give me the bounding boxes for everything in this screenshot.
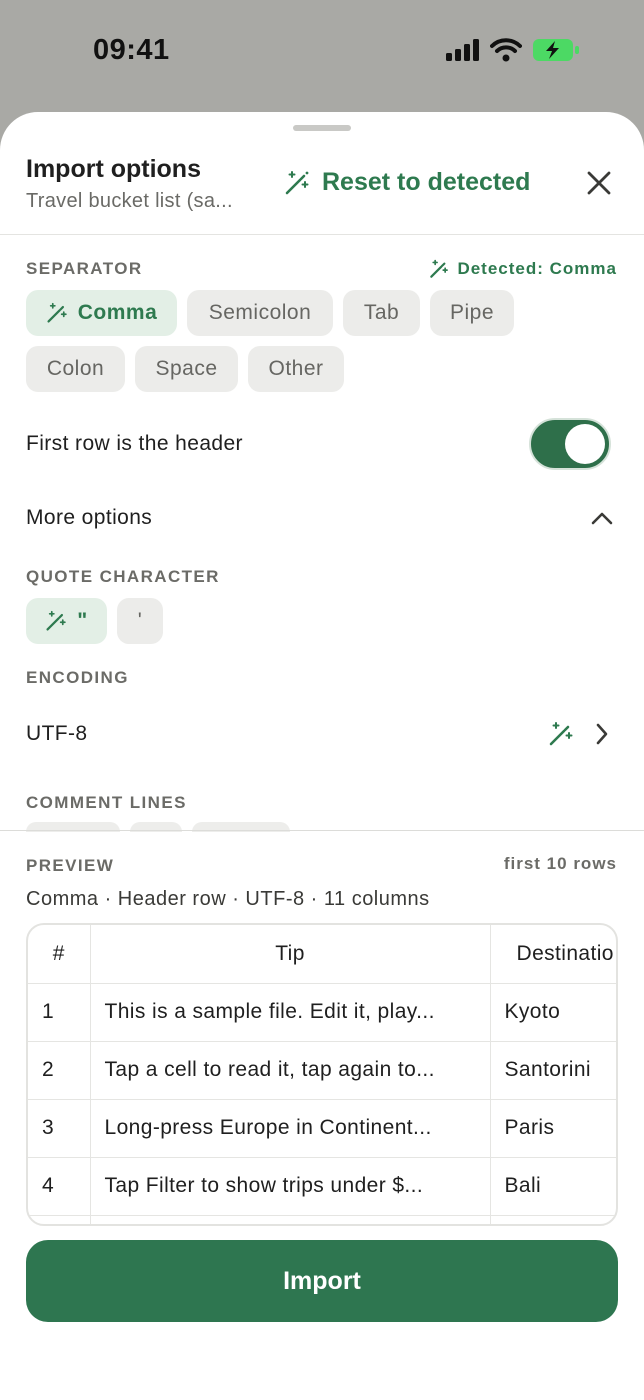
magic-wand-icon [549,722,573,746]
preview-table[interactable]: # Tip Destinatio 1 This is a sample file… [26,923,618,1226]
preview-summary: Comma · Header row · UTF-8 · 11 columns [26,888,430,910]
separator-chip-pipe[interactable]: Pipe [430,290,514,336]
reset-to-detected-button[interactable]: Reset to detected [284,168,530,197]
magic-wand-icon [47,302,67,323]
quote-character-section-label: QUOTE CHARACTER [26,567,220,586]
table-row[interactable]: 2 Tap a cell to read it, tap again to...… [28,1041,616,1100]
separator-chip-semicolon[interactable]: Semicolon [187,290,333,336]
column-header: Tip [90,925,491,984]
separator-detected-label: Detected: Comma [457,259,617,278]
magic-wand-icon [430,259,449,278]
chevron-up-icon[interactable] [590,510,614,526]
chip-label: Comma [77,301,158,324]
table-cell[interactable]: Long-press Europe in Continent... [90,1099,491,1158]
separator-chip-colon[interactable]: Colon [26,346,125,392]
table-cell[interactable]: This is a sample file. Edit it, play... [90,983,491,1042]
table-cell[interactable] [28,1215,91,1224]
table-cell[interactable]: 1 [28,983,91,1042]
table-header-row: # Tip Destinatio [28,925,616,984]
encoding-section-label: ENCODING [26,668,129,687]
import-options-sheet: Import options Travel bucket list (sa...… [0,112,644,1400]
reset-to-detected-label: Reset to detected [322,168,531,196]
status-time: 09:41 [93,34,170,66]
status-bar: 09:41 [0,0,644,110]
import-button[interactable]: Import [26,1240,618,1322]
quote-chip-single[interactable]: ' [117,598,163,644]
separator-section-label: SEPARATOR [26,259,143,278]
separator-detected-indicator: Detected: Comma [429,259,617,279]
page-title: Import options [26,155,201,183]
header-row-toggle[interactable] [529,418,611,470]
magic-wand-icon [285,170,309,194]
quote-chip-double[interactable]: " [26,598,107,644]
file-name-subtitle: Travel bucket list (sa... [26,190,233,212]
status-icons [446,38,580,62]
preview-section-label: PREVIEW [26,856,115,875]
magic-wand-icon [46,610,66,631]
table-cell[interactable]: 3 [28,1099,91,1158]
table-cell[interactable] [90,1215,491,1224]
chevron-right-icon[interactable] [594,722,610,746]
table-row[interactable]: 3 Long-press Europe in Continent... Pari… [28,1099,616,1158]
table-cell[interactable]: Paris [490,1099,616,1158]
column-header: # [28,925,91,984]
preview-row-count: first 10 rows [503,854,617,873]
preview-divider [0,830,644,831]
table-cell[interactable]: Tap Filter to show trips under $... [90,1157,491,1216]
close-icon[interactable] [584,168,614,198]
separator-chip-space[interactable]: Space [135,346,238,392]
cellular-signal-icon [446,39,479,61]
wifi-icon [490,38,522,62]
separator-chip-tab[interactable]: Tab [343,290,420,336]
table-cell[interactable]: Tap a cell to read it, tap again to... [90,1041,491,1100]
table-cell[interactable]: Kyoto [490,983,616,1042]
table-cell[interactable]: 4 [28,1157,91,1216]
table-row[interactable]: 1 This is a sample file. Edit it, play..… [28,983,616,1042]
toggle-knob [565,424,605,464]
table-cell[interactable] [490,1215,616,1224]
separator-chip-other[interactable]: Other [248,346,344,392]
table-cell[interactable]: 2 [28,1041,91,1100]
comment-lines-section-label: COMMENT LINES [26,793,187,812]
more-options-label[interactable]: More options [26,506,152,530]
table-cell[interactable]: Santorini [490,1041,616,1100]
table-row[interactable] [28,1215,616,1224]
encoding-value[interactable]: UTF-8 [26,722,88,746]
column-header: Destinatio [490,925,616,984]
chip-label: " [77,609,88,632]
battery-charging-icon [533,39,579,61]
table-cell[interactable]: Bali [490,1157,616,1216]
separator-chip-comma[interactable]: Comma [26,290,177,336]
table-row[interactable]: 4 Tap Filter to show trips under $... Ba… [28,1157,616,1216]
sheet-header: Import options Travel bucket list (sa...… [0,112,644,235]
header-row-toggle-label: First row is the header [26,432,243,455]
